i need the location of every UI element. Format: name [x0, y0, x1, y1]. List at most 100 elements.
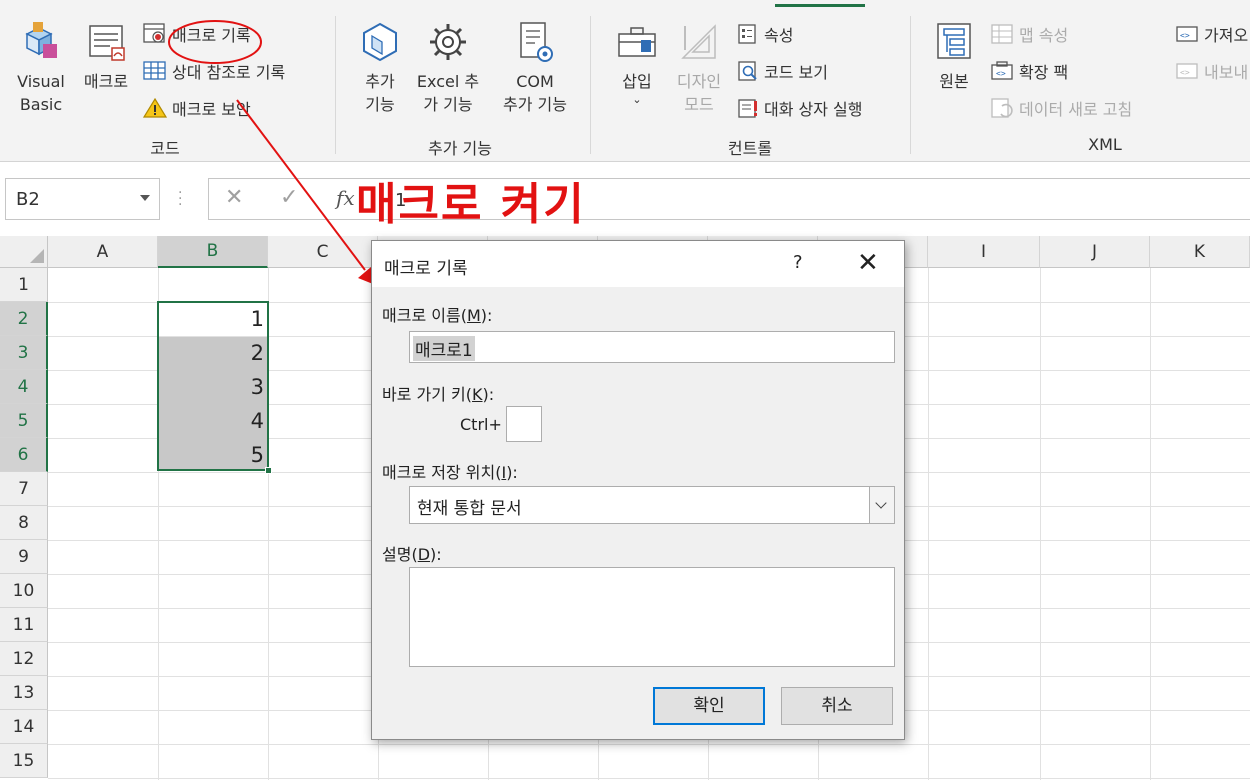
view-code-icon: [738, 61, 757, 81]
row-header-7[interactable]: 7: [0, 472, 48, 506]
close-button[interactable]: ✕: [857, 249, 879, 277]
com-addins-label-2: 추가 기능: [503, 95, 567, 114]
run-dialog-button[interactable]: 대화 상자 실행: [737, 96, 863, 120]
dropdown-button[interactable]: [869, 487, 894, 523]
row-header-9[interactable]: 9: [0, 540, 48, 574]
excel-addins-button[interactable]: Excel 추 가 기능: [410, 20, 486, 116]
shortcut-key-input[interactable]: [506, 406, 542, 442]
cell-b2[interactable]: 1: [158, 302, 268, 336]
cell-b6[interactable]: 5: [158, 438, 268, 472]
store-macro-label-text: 매크로 저장 위치: [382, 463, 496, 482]
record-macro-dialog: 매크로 기록 ? ✕ 매크로 이름(M): 매크로1 바로 가기 키(K): C…: [371, 240, 905, 740]
row-header-15[interactable]: 15: [0, 744, 48, 778]
row-header-3[interactable]: 3: [0, 336, 48, 370]
design-mode-label-1: 디자인: [676, 72, 722, 91]
annotation-label: 매크로 켜기: [356, 179, 586, 230]
row-header-1[interactable]: 1: [0, 268, 48, 302]
view-code-button[interactable]: 코드 보기: [737, 59, 828, 83]
com-addins-button[interactable]: COM 추가 기능: [490, 20, 580, 116]
macros-button[interactable]: 매크로: [76, 20, 136, 93]
map-properties-button[interactable]: 맵 속성: [990, 22, 1068, 46]
record-macro-button[interactable]: 매크로 기록: [143, 22, 251, 46]
xml-import-button[interactable]: <> 가져오: [1175, 22, 1248, 46]
store-macro-accesskey: I: [501, 463, 507, 482]
xml-export-button[interactable]: <> 내보내: [1175, 59, 1248, 83]
row-header-2[interactable]: 2: [0, 302, 48, 336]
ok-button[interactable]: 확인: [653, 687, 765, 725]
column-header-c[interactable]: C: [268, 236, 378, 268]
record-macro-icon: [143, 23, 165, 43]
chevron-down-icon[interactable]: [140, 195, 150, 201]
macros-icon: [89, 25, 125, 61]
store-macro-select[interactable]: 현재 통합 문서: [409, 486, 895, 524]
row-header-8[interactable]: 8: [0, 506, 48, 540]
description-textarea[interactable]: [409, 567, 895, 667]
expansion-packs-button[interactable]: <> 확장 팩: [990, 59, 1068, 83]
store-macro-label: 매크로 저장 위치(I):: [382, 463, 518, 482]
row-header-14[interactable]: 14: [0, 710, 48, 744]
dialog-titlebar[interactable]: 매크로 기록 ? ✕: [372, 241, 904, 287]
relative-reference-button[interactable]: 상대 참조로 기록: [143, 59, 285, 83]
check-icon[interactable]: ✓: [280, 185, 298, 210]
xml-export-icon: <>: [1176, 63, 1198, 79]
description-label-text: 설명: [382, 545, 412, 564]
refresh-data-icon: [991, 98, 1013, 118]
xml-group-label: XML: [1088, 135, 1122, 154]
insert-control-label: 삽입: [622, 72, 652, 91]
row-header-13[interactable]: 13: [0, 676, 48, 710]
xml-import-label: 가져오: [1204, 26, 1249, 45]
properties-icon: [738, 24, 756, 44]
macro-name-label-text: 매크로 이름: [382, 306, 461, 325]
cell-b5[interactable]: 4: [158, 404, 268, 438]
map-properties-label: 맵 속성: [1019, 26, 1069, 45]
xml-export-label: 내보내: [1204, 63, 1249, 82]
gridline: [48, 744, 1250, 745]
properties-button[interactable]: 속성: [737, 22, 793, 46]
visual-basic-button[interactable]: Visual Basic: [12, 20, 70, 116]
active-tab-indicator: [775, 4, 865, 7]
row-header-11[interactable]: 11: [0, 608, 48, 642]
column-header-j[interactable]: J: [1040, 236, 1150, 268]
xml-source-label: 원본: [939, 72, 969, 91]
svg-text:<>: <>: [1180, 31, 1190, 40]
column-header-a[interactable]: A: [48, 236, 158, 268]
row-header-5[interactable]: 5: [0, 404, 48, 438]
row-header-10[interactable]: 10: [0, 574, 48, 608]
excel-addins-label-2: 가 기능: [423, 95, 473, 114]
ctrl-prefix: Ctrl+: [460, 415, 502, 434]
help-button[interactable]: ?: [793, 252, 803, 273]
column-header-k[interactable]: K: [1150, 236, 1250, 268]
name-box[interactable]: B2: [5, 178, 160, 220]
xml-source-button[interactable]: 원본: [925, 20, 983, 93]
gridline: [928, 268, 929, 780]
cancel-button[interactable]: 취소: [781, 687, 893, 725]
row-header-6[interactable]: 6: [0, 438, 48, 472]
column-header-b[interactable]: B: [158, 236, 268, 268]
svg-text:<>: <>: [996, 69, 1006, 78]
design-mode-button[interactable]: 디자인 모드: [668, 20, 730, 116]
row-header-12[interactable]: 12: [0, 642, 48, 676]
column-header-i[interactable]: I: [928, 236, 1040, 268]
expansion-packs-label: 확장 팩: [1019, 63, 1069, 82]
refresh-data-button[interactable]: 데이터 새로 고침: [990, 96, 1132, 120]
gridline: [1150, 268, 1151, 780]
cell-b3[interactable]: 2: [158, 336, 268, 370]
macro-name-input[interactable]: 매크로1: [409, 331, 895, 363]
addins-button[interactable]: 추가 기능: [350, 20, 410, 116]
dialog-title: 매크로 기록: [384, 259, 468, 279]
shortcut-key-label-text: 바로 가기 키: [382, 385, 466, 404]
cell-b4[interactable]: 3: [158, 370, 268, 404]
insert-control-button[interactable]: 삽입 ⌄: [608, 20, 666, 107]
drag-handle-icon[interactable]: · · ·: [178, 186, 182, 212]
relative-reference-label: 상대 참조로 기록: [172, 63, 286, 82]
insert-function-icon[interactable]: fx: [336, 186, 355, 210]
macro-security-button[interactable]: 매크로 보안: [143, 96, 251, 120]
design-mode-icon: [681, 24, 716, 59]
group-separator: [590, 16, 591, 154]
row-header-4[interactable]: 4: [0, 370, 48, 404]
relative-reference-icon: [143, 61, 166, 80]
com-addins-label-1: COM: [516, 72, 554, 91]
chevron-down-icon: ⌄: [632, 93, 642, 106]
visual-basic-icon: [25, 22, 57, 58]
cancel-icon[interactable]: ✕: [225, 185, 243, 210]
